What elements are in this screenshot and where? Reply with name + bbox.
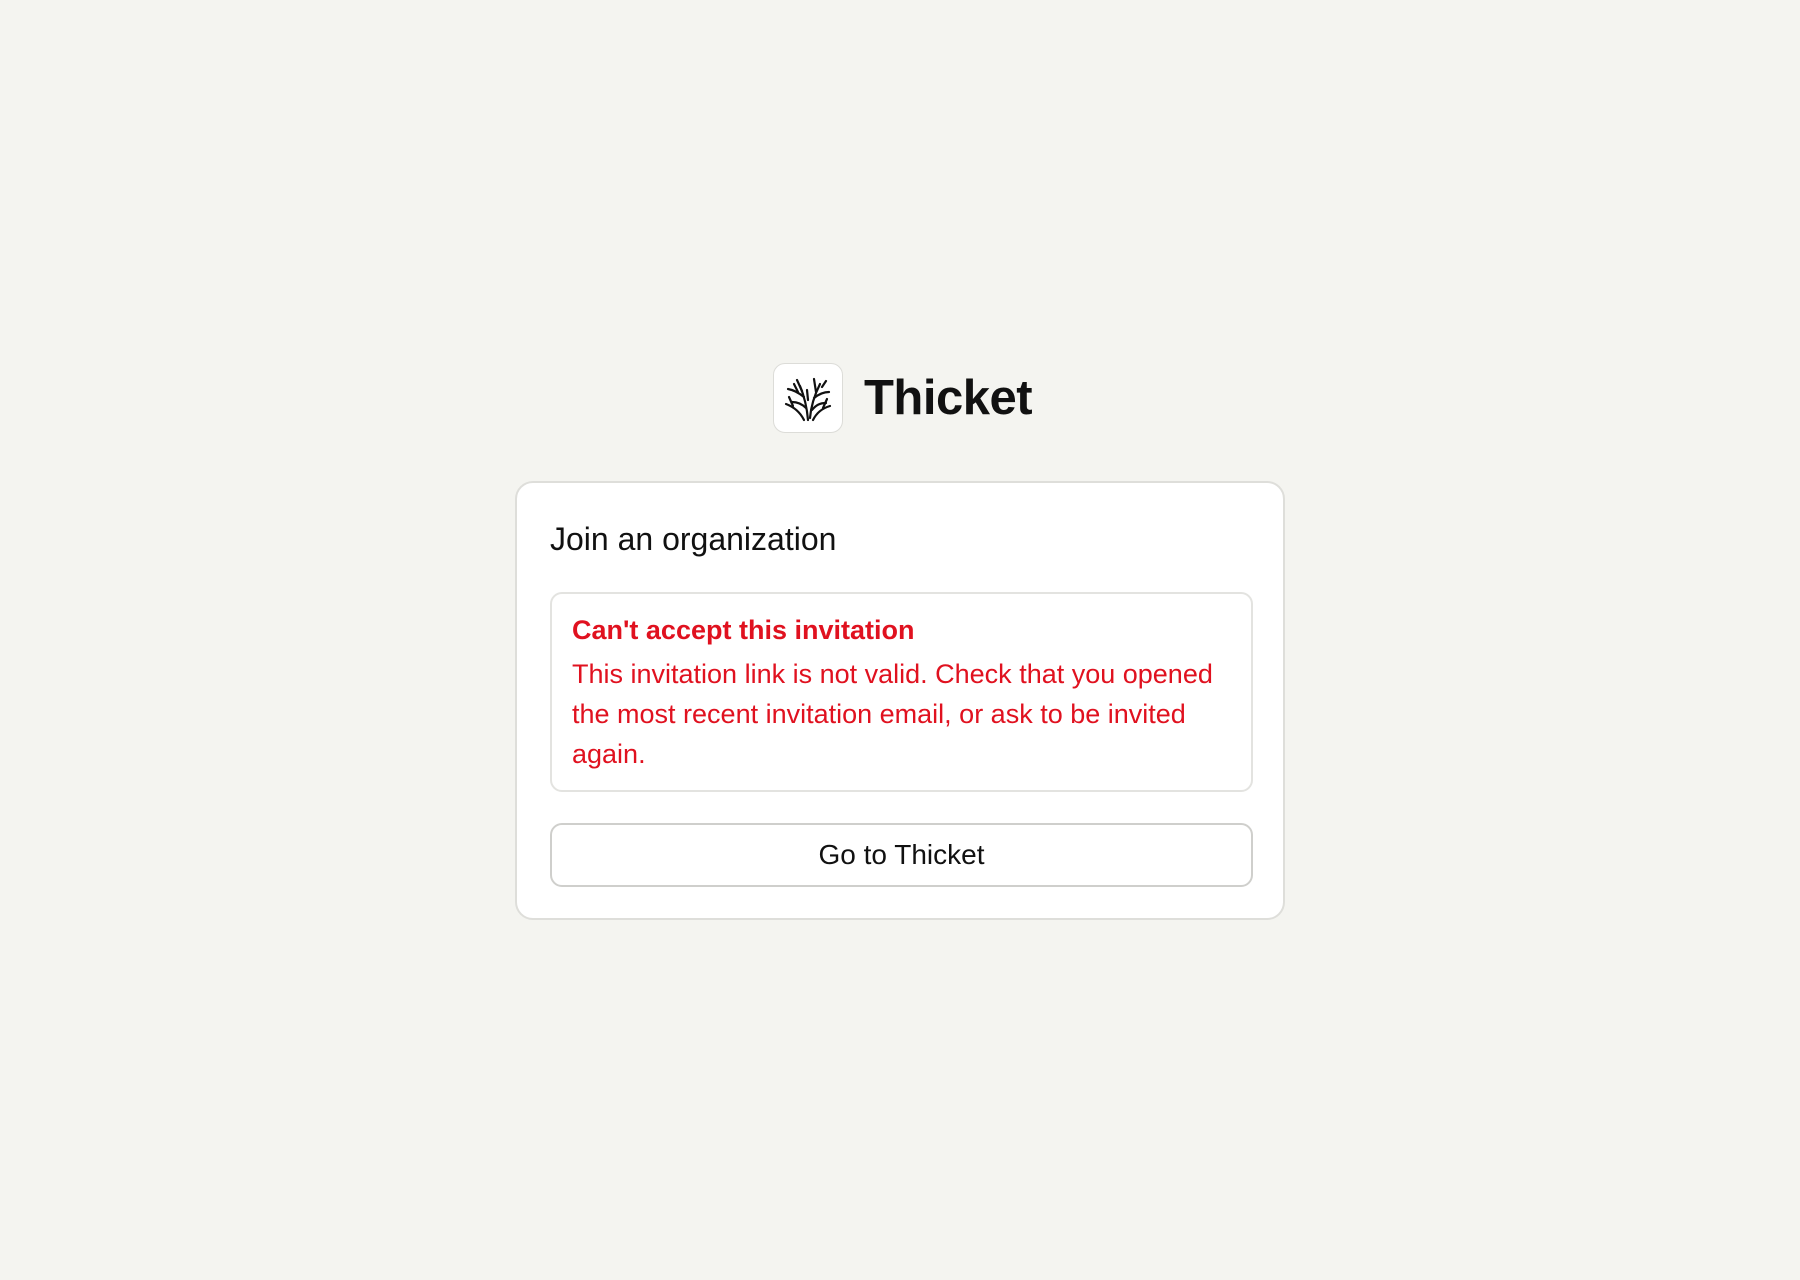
join-organization-card: Join an organization Can't accept this i… [515,481,1285,920]
error-alert-message: This invitation link is not valid. Check… [572,659,1213,770]
brand-name: Thicket [864,370,1033,425]
thicket-branches-icon [784,377,832,422]
error-alert-title: Can't accept this invitation [572,615,915,645]
error-alert: Can't accept this invitation This invita… [550,592,1253,792]
logo [773,363,843,433]
card-title: Join an organization [550,521,837,557]
brand-header: Thicket [773,362,1033,434]
go-to-thicket-button[interactable]: Go to Thicket [550,823,1253,887]
